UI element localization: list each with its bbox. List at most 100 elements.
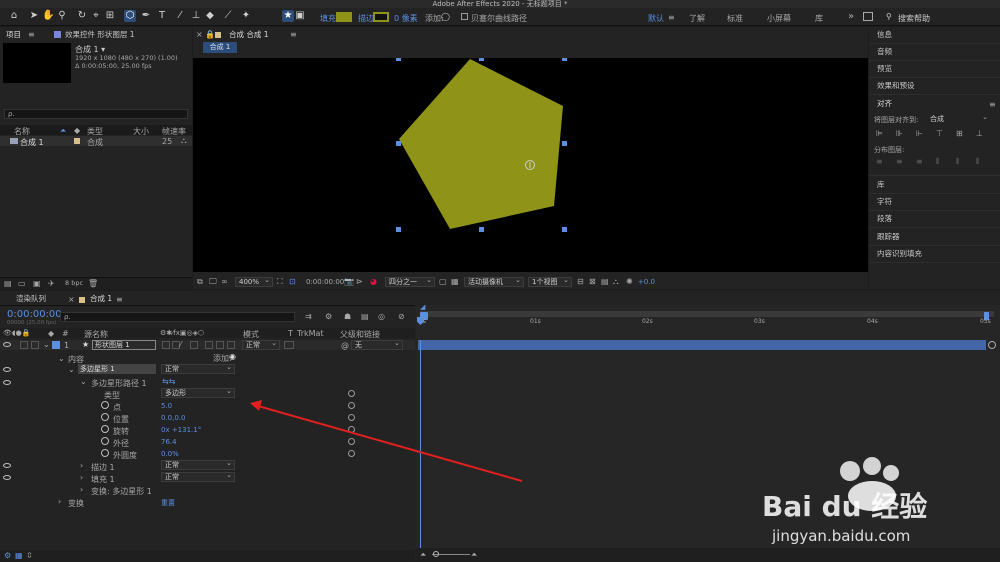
search-help-icon[interactable]: ⚲: [886, 12, 892, 21]
search-help-field[interactable]: 搜索帮助: [898, 13, 930, 24]
layer-duration-bar[interactable]: [418, 340, 986, 350]
zoom-out-icon[interactable]: ⏶: [420, 550, 426, 560]
expand-arrow-icon[interactable]: ⌄: [80, 377, 87, 386]
fit-icon[interactable]: ⛶: [277, 277, 283, 287]
workspace-learn[interactable]: 了解: [689, 13, 705, 24]
exposure-value[interactable]: +0.0: [638, 278, 655, 286]
path-direction-icon[interactable]: ⇆⇆: [162, 377, 175, 386]
library-panel-tab[interactable]: 库: [877, 179, 885, 191]
zoom-dropdown[interactable]: 400%: [235, 276, 273, 287]
solo-switch[interactable]: [20, 341, 28, 349]
comp-subtab[interactable]: 合成 1: [203, 42, 237, 53]
add-arrow-icon[interactable]: ◯: [441, 12, 450, 21]
preserve-transparency-switch[interactable]: [284, 341, 294, 349]
camera-dropdown[interactable]: 活动摄像机: [464, 276, 524, 287]
zoom-slider-thumb[interactable]: [433, 551, 439, 557]
3d-switch[interactable]: [227, 341, 235, 349]
frame-blending-icon[interactable]: ▤: [361, 312, 369, 321]
brush-tool-icon[interactable]: ⁄: [174, 10, 186, 22]
type-tool-icon[interactable]: T: [156, 10, 168, 22]
comp-timeline-tab[interactable]: 合成 1: [90, 293, 112, 305]
collapse-arrow-icon[interactable]: ›: [80, 461, 83, 470]
parent-dropdown[interactable]: 无: [351, 339, 403, 350]
composition-canvas[interactable]: [193, 58, 868, 272]
workspace-standard[interactable]: 标准: [727, 13, 743, 24]
home-icon[interactable]: ⌂: [8, 10, 20, 22]
character-panel-tab[interactable]: 字符: [877, 196, 892, 208]
paragraph-panel-tab[interactable]: 段落: [877, 213, 892, 225]
panel-menu-icon[interactable]: ≡: [28, 30, 35, 39]
zoom-in-icon[interactable]: ⏶: [471, 550, 477, 560]
preview-panel-tab[interactable]: 预览: [877, 63, 892, 75]
monitor-icon[interactable]: 🖵: [209, 277, 217, 287]
expression-spiral-icon[interactable]: [348, 426, 355, 433]
col-source-name[interactable]: 源名称: [84, 329, 108, 340]
expand-arrow-icon[interactable]: ⌄: [68, 365, 75, 374]
toggle-switches-icon[interactable]: ⚙: [4, 551, 11, 560]
bpc-indicator[interactable]: 8 bpc: [65, 279, 83, 287]
transform-label[interactable]: 变换: [68, 498, 84, 509]
distribute-right-icon[interactable]: ⦀: [976, 157, 980, 167]
collapse-arrow-icon[interactable]: ›: [80, 485, 83, 494]
distribute-hcenter-icon[interactable]: ⦀: [956, 157, 960, 167]
panel-menu-icon[interactable]: ≡: [989, 100, 996, 109]
visibility-eye-icon[interactable]: [3, 342, 11, 347]
visibility-eye-icon[interactable]: [3, 367, 11, 372]
bbox-handle[interactable]: [396, 141, 401, 146]
toggle-pixel-icon[interactable]: ⊟: [577, 277, 584, 286]
fill-color-swatch[interactable]: [336, 12, 352, 22]
collapse-switch[interactable]: [172, 341, 180, 349]
align-hcenter-icon[interactable]: ⊪: [896, 129, 903, 138]
pen-tool-icon[interactable]: ✒: [140, 10, 152, 22]
distribute-vcenter-icon[interactable]: ≡: [896, 157, 903, 166]
show-snapshot-icon[interactable]: ⊳: [356, 277, 363, 286]
close-icon[interactable]: ×: [196, 30, 203, 39]
bbox-handle[interactable]: [479, 58, 484, 61]
add-menu-icon[interactable]: ◉: [229, 352, 236, 361]
polystar-type-dropdown[interactable]: 多边形: [161, 387, 235, 398]
motion-blur-icon[interactable]: ◎: [378, 312, 385, 321]
workspace-menu-icon[interactable]: ≡: [668, 13, 675, 22]
new-comp-icon[interactable]: ▣: [33, 279, 41, 288]
vr-icon[interactable]: ∞: [221, 277, 228, 286]
expression-spiral-icon[interactable]: [348, 450, 355, 457]
layer-search-input[interactable]: ρ.: [60, 312, 295, 322]
lock-icon[interactable]: 🔒: [205, 30, 215, 39]
eraser-tool-icon[interactable]: ◆: [204, 10, 216, 22]
layer-mode-dropdown[interactable]: 正常: [242, 339, 280, 350]
label-column-icon[interactable]: ◆: [48, 329, 54, 338]
outer-roundness-value[interactable]: 0.0%: [161, 450, 179, 458]
expression-spiral-icon[interactable]: [348, 438, 355, 445]
current-time-indicator[interactable]: [420, 340, 421, 562]
col-trkmat[interactable]: TrkMat: [297, 329, 324, 338]
bbox-handle[interactable]: [479, 227, 484, 232]
timeline-icon[interactable]: ▤: [601, 277, 609, 286]
stroke-mode-dropdown[interactable]: 正常: [161, 459, 235, 470]
panel-menu-icon[interactable]: ≡: [290, 30, 297, 39]
visibility-eye-icon[interactable]: [3, 475, 11, 480]
motion-blur-switch[interactable]: [216, 341, 224, 349]
shy-switch[interactable]: [162, 341, 170, 349]
flowchart-icon[interactable]: ⛬: [181, 136, 187, 146]
zoom-tool-icon[interactable]: ⚲: [56, 10, 68, 22]
close-icon[interactable]: ×: [68, 295, 75, 304]
label-color[interactable]: [52, 341, 60, 349]
delete-icon[interactable]: 🗑: [88, 279, 98, 288]
align-to-dropdown[interactable]: 合成: [926, 113, 991, 124]
layer-name[interactable]: 形状图层 1: [92, 340, 156, 350]
pick-whip-icon[interactable]: @: [341, 341, 349, 350]
table-row[interactable]: 合成 1 合成 25 ⛬: [0, 136, 192, 147]
viewer-timecode[interactable]: 0:00:00:00: [306, 278, 344, 286]
project-tab[interactable]: 项目: [6, 29, 21, 41]
graph-editor-icon[interactable]: ⊘: [398, 312, 405, 321]
visibility-eye-icon[interactable]: [3, 463, 11, 468]
info-panel-tab[interactable]: 信息: [877, 29, 892, 41]
content-aware-fill-tab[interactable]: 内容识别填充: [877, 248, 922, 260]
polystar-group-name[interactable]: 多边星形 1: [78, 364, 156, 374]
collapse-arrow-icon[interactable]: ›: [58, 497, 61, 506]
points-value[interactable]: 5.0: [161, 402, 172, 410]
always-preview-icon[interactable]: ⧉: [197, 277, 203, 287]
bbox-handle[interactable]: [562, 141, 567, 146]
label-color-swatch[interactable]: [74, 138, 80, 144]
align-vcenter-icon[interactable]: ⊞: [956, 129, 963, 138]
